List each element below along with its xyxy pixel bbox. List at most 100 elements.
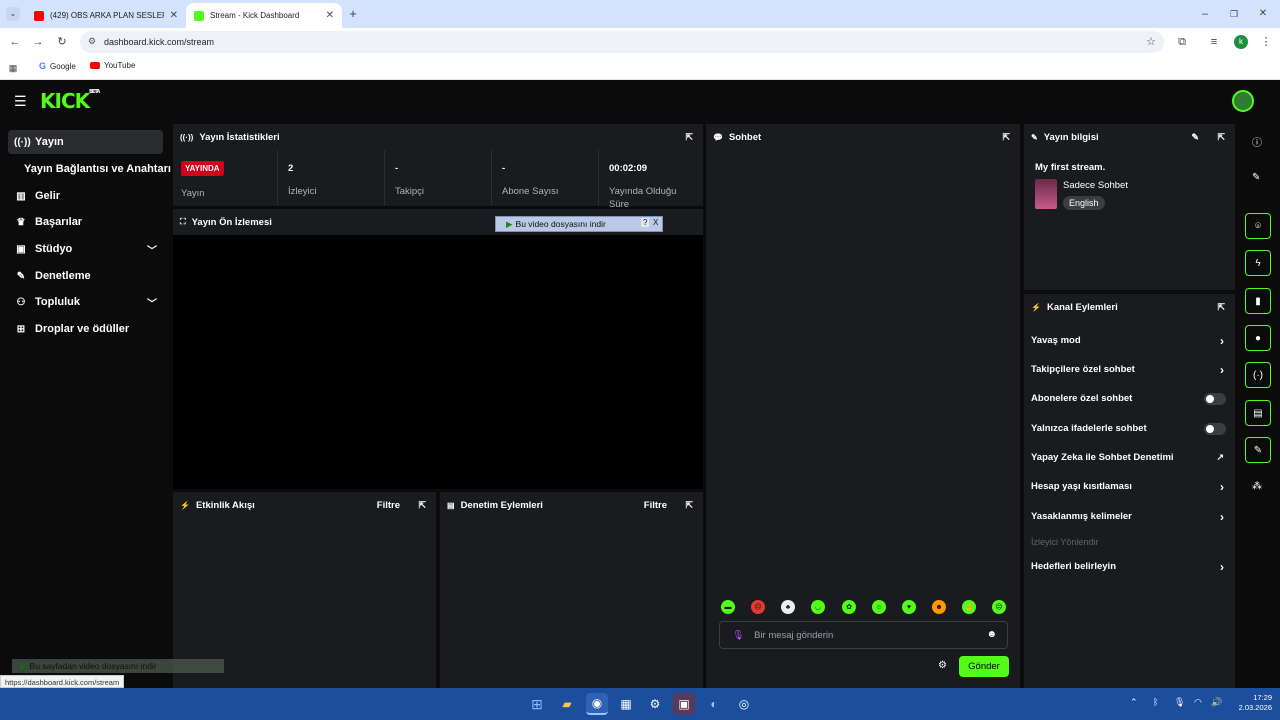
forward-icon[interactable]: → [31, 35, 45, 49]
close-button[interactable]: X [653, 218, 658, 227]
filter-button[interactable]: Filtre [377, 500, 400, 511]
send-button[interactable]: Gönder [959, 656, 1009, 677]
tab-kick-dashboard[interactable]: Stream - Kick Dashboard ✕ [186, 3, 342, 28]
emote-icon[interactable]: ☝ [962, 600, 976, 614]
emote-icon[interactable]: ◡ [811, 600, 825, 614]
edit-icon[interactable]: ✎ [1191, 132, 1199, 143]
stream-preview-video[interactable] [173, 235, 703, 489]
community-icon[interactable]: ⁂ [1252, 481, 1262, 492]
bookmark-star-icon[interactable]: ☆ [1146, 35, 1156, 48]
apps-grid-icon[interactable]: ▦ [6, 61, 20, 75]
rail-button-document[interactable]: ▮ [1245, 288, 1271, 314]
sidebar-item-droplar[interactable]: ⊞ Droplar ve ödüller [8, 317, 163, 341]
restore-icon[interactable]: ❐ [1227, 7, 1241, 21]
popout-icon[interactable]: ⇱ [1002, 132, 1010, 143]
tab-youtube[interactable]: (429) OBS ARKA PLAN SESLERİ ✕ [26, 3, 186, 28]
sidebar-item-topluluk[interactable]: ⚇ Topluluk ﹀ [8, 290, 163, 314]
emote-icon[interactable]: ☹ [992, 600, 1006, 614]
rail-button-bolt[interactable]: ϟ [1245, 250, 1271, 276]
emoji-icon[interactable]: ☻ [986, 629, 997, 640]
popout-icon[interactable]: ⇱ [685, 500, 693, 511]
microphone-icon[interactable]: 🎙 [732, 630, 744, 641]
sidebar-item-basarilar[interactable]: ♛ Başarılar [8, 210, 163, 234]
rail-button-camera[interactable]: ⌾ [1245, 213, 1271, 239]
menu-icon[interactable]: ⋮ [1259, 35, 1273, 49]
wifi-icon[interactable]: ◠ [1194, 697, 1202, 708]
close-icon[interactable]: ✕ [170, 10, 178, 21]
action-slow-mode[interactable]: Yavaş mod › [1024, 326, 1234, 355]
user-avatar[interactable] [1232, 90, 1254, 112]
emote-icon[interactable]: ♥ [902, 600, 916, 614]
action-account-age[interactable]: Hesap yaşı kısıtlaması › [1024, 472, 1234, 501]
action-emotes-only: Yalnızca ifadelerle sohbet [1024, 414, 1234, 443]
reload-icon[interactable]: ↻ [55, 35, 69, 49]
bluetooth-icon[interactable]: ᛒ [1153, 697, 1158, 707]
clock[interactable]: 17:29 2.03.2026 [1232, 693, 1272, 713]
popout-icon[interactable]: ⇱ [418, 500, 426, 511]
help-button[interactable]: ? [641, 218, 650, 227]
download-video-bar[interactable]: ▶ Bu video dosyasını indir ? X [495, 216, 663, 232]
rail-button-studio[interactable]: ▤ [1245, 400, 1271, 426]
profile-avatar[interactable]: k [1234, 35, 1248, 49]
chrome-icon[interactable]: ◉ [586, 693, 608, 715]
popout-icon[interactable]: ⇱ [1217, 302, 1225, 313]
volume-icon[interactable]: 🔊 [1211, 697, 1222, 708]
edge-icon[interactable]: ◐ [703, 693, 725, 715]
action-followers-only[interactable]: Takipçilere özel sohbet › [1024, 355, 1234, 384]
emote-icon[interactable]: ☹ [751, 600, 765, 614]
logo-text: KICK [40, 89, 90, 113]
emote-icon[interactable]: ☻ [932, 600, 946, 614]
emotes-only-toggle[interactable] [1204, 423, 1226, 435]
popout-icon[interactable]: ⇱ [685, 132, 693, 143]
sidebar-item-gelir[interactable]: ▥ Gelir [8, 184, 163, 208]
tray-chevron-icon[interactable]: ⌃ [1130, 697, 1138, 708]
back-icon[interactable]: ← [8, 35, 22, 49]
sidebar-item-stream-key[interactable]: Yayın Bağlantısı ve Anahtarı [18, 157, 171, 181]
sidebar-item-denetleme[interactable]: ✎ Denetleme [8, 264, 163, 288]
rail-button-wrench[interactable]: ✎ [1245, 437, 1271, 463]
new-tab-icon[interactable]: + [346, 7, 360, 21]
rail-button-broadcast[interactable]: (·) [1245, 362, 1271, 388]
hamburger-icon[interactable]: ☰ [14, 93, 27, 110]
broadcast-icon: (·) [1253, 369, 1263, 381]
close-icon[interactable]: ✕ [326, 10, 334, 21]
emote-icon[interactable]: ✿ [842, 600, 856, 614]
bookmark-label: Google [50, 61, 76, 71]
filter-button[interactable]: Filtre [644, 500, 667, 511]
page-download-bar[interactable]: ▶ Bu sayfadan video dosyasını indir [12, 659, 224, 673]
action-set-goals[interactable]: Hedefleri belirleyin › [1024, 552, 1234, 581]
settings-icon[interactable]: ⚙ [644, 693, 666, 715]
calculator-icon[interactable]: ▦ [615, 693, 637, 715]
emote-icon[interactable]: ☺ [872, 600, 886, 614]
action-banned-words[interactable]: Yasaklanmış kelimeler › [1024, 502, 1234, 531]
info-icon[interactable]: ⓘ [1252, 134, 1262, 149]
extensions-icon[interactable]: ⧉ [1175, 35, 1189, 49]
popout-icon[interactable]: ⇱ [1217, 132, 1225, 143]
microphone-icon[interactable]: 🎙 [1174, 697, 1185, 708]
site-info-icon[interactable]: ⚙ [88, 36, 96, 47]
file-explorer-icon[interactable]: ▰ [556, 693, 578, 715]
chat-input[interactable]: 🎙 Bir mesaj gönderin ☻ [719, 621, 1008, 649]
rail-button-chat[interactable]: ● [1245, 325, 1271, 351]
address-bar[interactable]: ⚙ dashboard.kick.com/stream ☆ [80, 31, 1164, 53]
minimize-icon[interactable]: – [1198, 7, 1212, 21]
sidebar-item-yayin[interactable]: ((·)) Yayın [8, 130, 163, 154]
subscribers-only-toggle[interactable] [1204, 393, 1226, 405]
bookmark-youtube[interactable]: YouTube [90, 61, 135, 70]
chat-placeholder: Bir mesaj gönderin [754, 629, 834, 641]
start-icon[interactable]: ⊞ [526, 693, 548, 715]
chat-settings-icon[interactable]: ⚙ [938, 660, 947, 671]
kick-logo[interactable]: KICKBETA [40, 89, 100, 113]
edit-icon[interactable]: ✎ [1252, 172, 1260, 183]
bookmark-google[interactable]: G Google [39, 61, 76, 71]
app-icon[interactable]: ▣ [673, 693, 695, 715]
emote-icon[interactable]: ♣ [781, 600, 795, 614]
emote-icon[interactable]: ▬ [721, 600, 735, 614]
stream-title: My first stream. [1035, 162, 1106, 173]
tab-search-icon[interactable]: ⌄ [6, 7, 20, 21]
window-close-icon[interactable]: ✕ [1256, 7, 1270, 21]
obs-icon[interactable]: ◎ [733, 693, 755, 715]
media-icon[interactable]: ≡ [1207, 35, 1221, 49]
action-ai-moderation[interactable]: Yapay Zeka ile Sohbet Denetimi ↗ [1024, 443, 1234, 472]
sidebar-item-studyo[interactable]: ▣ Stüdyo ﹀ [8, 237, 163, 261]
